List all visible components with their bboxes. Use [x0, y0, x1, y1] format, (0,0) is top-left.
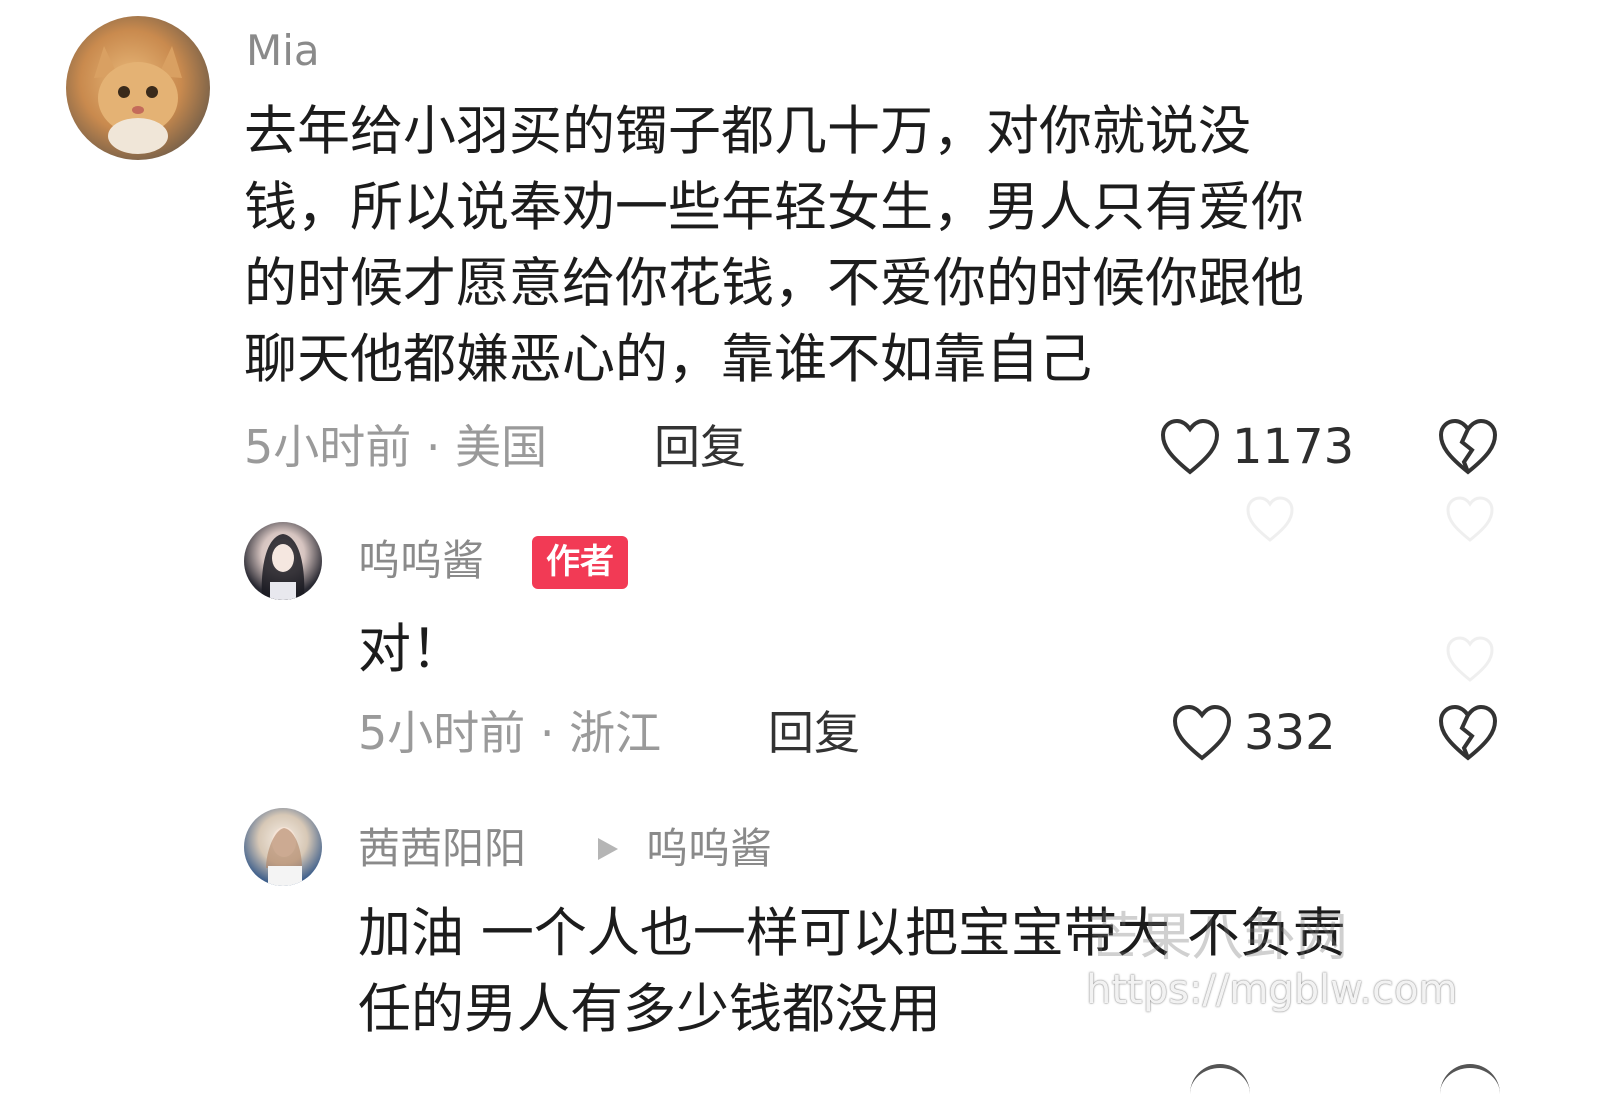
- like-button[interactable]: 1173: [1160, 418, 1354, 476]
- ghost-artifact: [1240, 480, 1520, 707]
- heart-outline-icon: [1172, 704, 1232, 762]
- comment-text: 去年给小羽买的镯子都几十万，对你就说没 钱，所以说奉劝一些年轻女生，男人只有爱你…: [244, 94, 1504, 398]
- comment-text-line: 聊天他都嫌恶心的，靠谁不如靠自己: [244, 329, 1092, 390]
- comment-username[interactable]: Mia: [246, 30, 320, 72]
- comment-text-line: 加油 一个人也一样可以把宝宝带大 不负责: [358, 903, 1346, 964]
- comment-meta: 5小时前 · 美国: [244, 420, 548, 474]
- avatar-mia[interactable]: [66, 16, 210, 160]
- selfie-avatar-image: [266, 827, 302, 886]
- broken-heart-icon[interactable]: [1438, 704, 1498, 762]
- triangle-right-icon: [596, 836, 620, 862]
- next-row-hint: [1190, 1064, 1250, 1098]
- comment-username[interactable]: 茜茜阳阳: [358, 828, 526, 870]
- cat-avatar-image: [94, 46, 182, 154]
- comment-meta: 5小时前 · 浙江: [358, 706, 662, 760]
- next-row-hint: [1440, 1064, 1500, 1098]
- girl-avatar-image: [261, 534, 305, 600]
- author-badge: 作者: [532, 536, 628, 589]
- avatar-user[interactable]: [244, 808, 322, 886]
- comment-text-line: 的时候才愿意给你花钱，不爱你的时候你跟他: [244, 253, 1304, 314]
- like-count: 332: [1244, 705, 1336, 761]
- comment-text-line: 去年给小羽买的镯子都几十万，对你就说没: [244, 101, 1251, 162]
- comment-username[interactable]: 呜呜酱: [358, 540, 484, 582]
- reply-button[interactable]: 回复: [654, 424, 746, 470]
- reply-button[interactable]: 回复: [768, 710, 860, 756]
- comment-text: 对！: [358, 619, 464, 680]
- heart-outline-icon: [1160, 418, 1220, 476]
- like-count: 1173: [1232, 419, 1355, 475]
- broken-heart-icon[interactable]: [1438, 418, 1498, 476]
- reply-to-username[interactable]: 呜呜酱: [646, 828, 772, 870]
- watermark-url: https://mgblw.com: [1086, 967, 1458, 1013]
- avatar-author[interactable]: [244, 522, 322, 600]
- watermark-site-name: 芒果八卦网: [1088, 908, 1349, 968]
- like-button[interactable]: 332: [1172, 704, 1336, 762]
- comment-text-line: 钱，所以说奉劝一些年轻女生，男人只有爱你: [244, 177, 1304, 238]
